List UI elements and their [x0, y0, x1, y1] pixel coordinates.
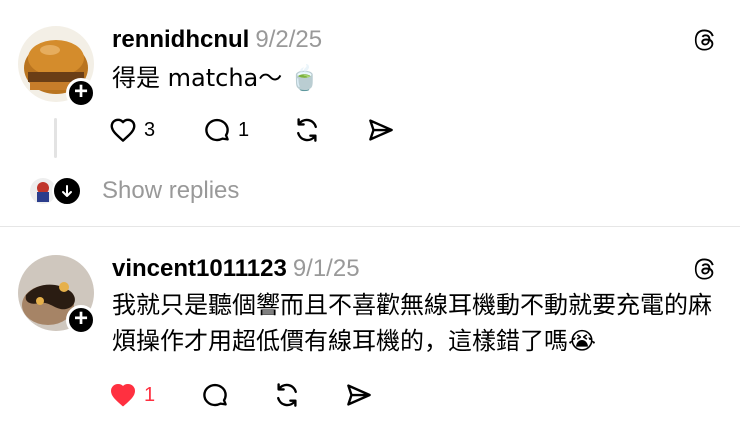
like-button[interactable]: 1	[108, 379, 155, 411]
username[interactable]: rennidhcnul	[112, 26, 249, 53]
like-count: 1	[144, 383, 156, 406]
threads-logo-icon[interactable]	[690, 26, 718, 54]
username[interactable]: vincent1011123	[112, 255, 287, 282]
post-text: 得是 matcha～ 🍵	[112, 64, 320, 92]
post-date: 9/2/25	[255, 26, 323, 53]
like-button[interactable]: 3	[108, 114, 155, 146]
heart-filled-icon	[111, 384, 135, 407]
comment-button[interactable]: 1	[202, 114, 249, 146]
repost-icon	[297, 118, 317, 142]
like-count: 3	[144, 118, 156, 141]
repost-button[interactable]	[272, 379, 302, 411]
send-icon	[369, 119, 393, 141]
repost-button[interactable]	[292, 114, 322, 146]
share-button[interactable]	[366, 114, 396, 146]
action-bar: 3 1	[108, 114, 428, 146]
heart-icon	[110, 118, 136, 142]
arrow-down-icon	[52, 176, 82, 206]
post-header: rennidhcnul 9/2/25	[112, 26, 322, 54]
post-text: 我就只是聽個響而且不喜歡無線耳機動不動就要充電的麻煩操作才用超低價有線耳機的，這…	[112, 291, 712, 355]
send-icon	[347, 384, 371, 406]
post-header: vincent1011123 9/1/25	[112, 255, 360, 283]
comment-count: 1	[238, 118, 250, 141]
repost-icon	[277, 383, 297, 407]
action-bar: 1	[108, 379, 428, 411]
follow-plus-button[interactable]: +	[66, 305, 96, 335]
comment-icon	[205, 118, 229, 142]
post-date: 9/1/25	[292, 255, 360, 282]
show-replies-label[interactable]: Show replies	[102, 177, 239, 205]
thread-line	[54, 118, 57, 158]
comment-post: + vincent1011123 9/1/25 我就只是聽個響而且不喜歡無線耳機動…	[0, 227, 740, 431]
threads-logo-icon[interactable]	[690, 255, 718, 283]
follow-plus-button[interactable]: +	[66, 78, 96, 108]
comment-post: + rennidhcnul 9/2/25 得是 matcha～ 🍵 3 1 Sho…	[0, 0, 740, 226]
comment-button[interactable]	[200, 379, 230, 411]
comment-icon	[203, 383, 227, 407]
share-button[interactable]	[344, 379, 374, 411]
show-replies-row[interactable]: Show replies	[28, 176, 239, 206]
